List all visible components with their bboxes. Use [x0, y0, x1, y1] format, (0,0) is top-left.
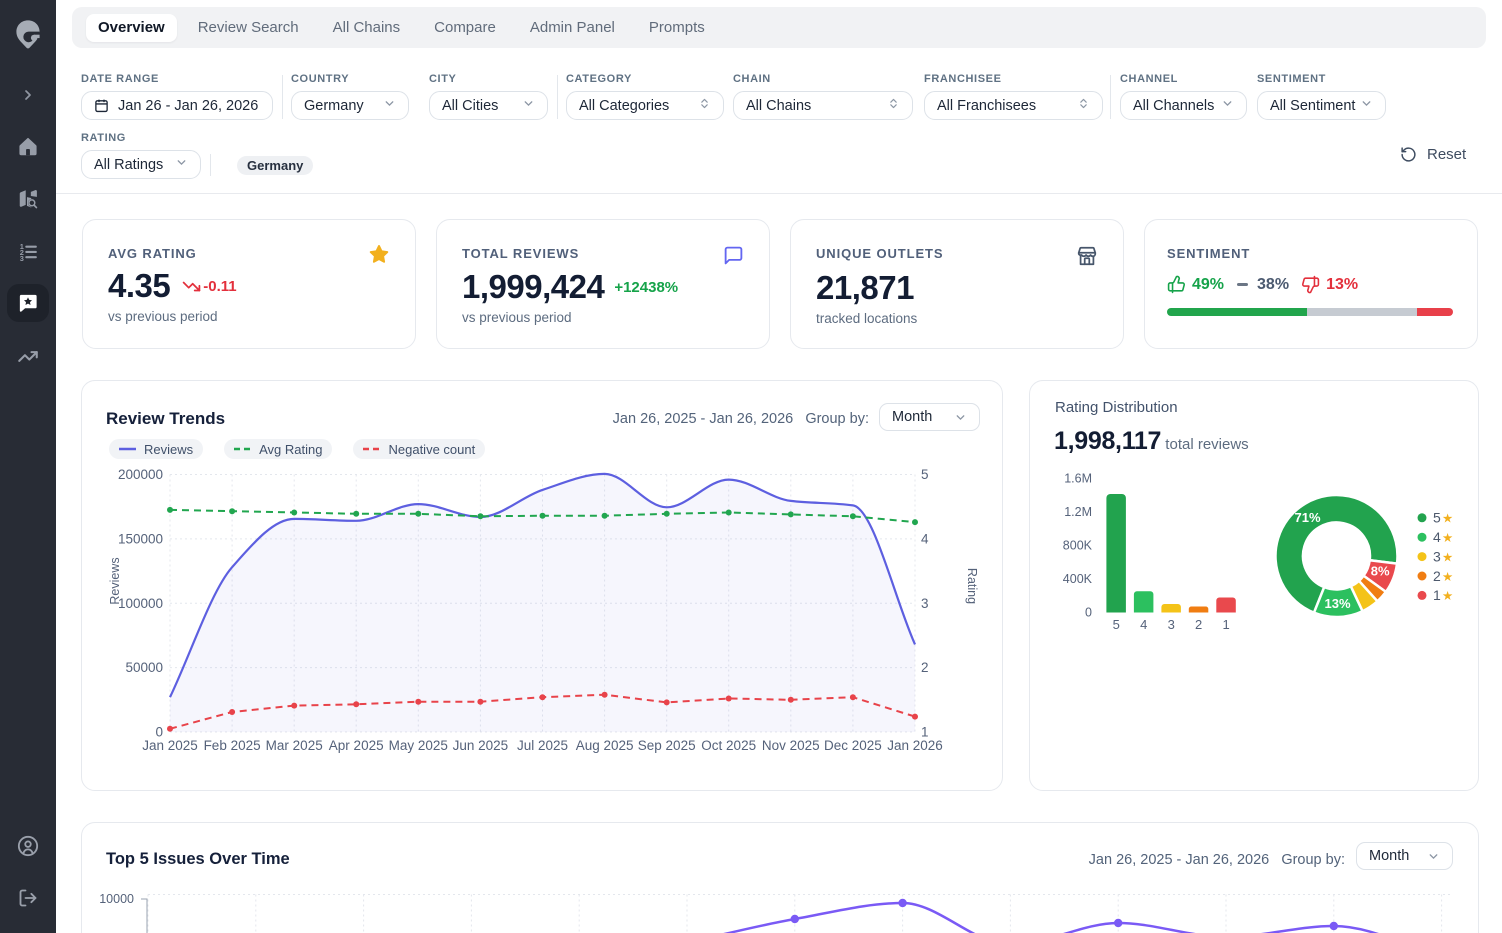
svg-text:Feb 2025: Feb 2025 — [204, 738, 261, 753]
svg-text:3: 3 — [1168, 617, 1175, 632]
svg-text:4: 4 — [1140, 617, 1147, 632]
svg-text:100000: 100000 — [118, 596, 163, 611]
svg-text:400K: 400K — [1063, 572, 1093, 586]
svg-text:Sep 2025: Sep 2025 — [638, 738, 696, 753]
svg-text:★: ★ — [1442, 512, 1453, 526]
svg-text:2: 2 — [1433, 568, 1441, 584]
svg-text:4: 4 — [1433, 529, 1441, 545]
svg-text:1: 1 — [1433, 587, 1441, 603]
svg-text:Reviews: Reviews — [108, 557, 122, 604]
svg-text:Dec 2025: Dec 2025 — [824, 738, 882, 753]
svg-text:4: 4 — [921, 531, 929, 546]
svg-text:Oct 2025: Oct 2025 — [701, 738, 756, 753]
svg-text:8%: 8% — [1371, 564, 1390, 579]
svg-text:Nov 2025: Nov 2025 — [762, 738, 820, 753]
svg-text:Aug 2025: Aug 2025 — [576, 738, 634, 753]
svg-text:★: ★ — [1442, 550, 1453, 564]
svg-text:Jul 2025: Jul 2025 — [517, 738, 568, 753]
svg-text:1.6M: 1.6M — [1064, 472, 1092, 486]
svg-text:3: 3 — [20, 254, 24, 262]
svg-text:Jan 2026: Jan 2026 — [887, 738, 943, 753]
svg-text:2: 2 — [1195, 617, 1202, 632]
svg-text:10000: 10000 — [99, 892, 134, 906]
svg-text:1: 1 — [1222, 617, 1229, 632]
svg-text:May 2025: May 2025 — [389, 738, 448, 753]
svg-text:2: 2 — [921, 660, 929, 675]
svg-text:5: 5 — [1113, 617, 1120, 632]
svg-text:Mar 2025: Mar 2025 — [266, 738, 323, 753]
svg-text:0: 0 — [1085, 606, 1092, 620]
svg-text:★: ★ — [1442, 589, 1453, 603]
svg-text:Rating: Rating — [965, 568, 979, 604]
svg-text:3: 3 — [1433, 548, 1441, 564]
svg-text:★: ★ — [1442, 570, 1453, 584]
svg-text:50000: 50000 — [125, 660, 163, 675]
svg-text:150000: 150000 — [118, 531, 163, 546]
svg-text:5: 5 — [1433, 510, 1441, 526]
svg-text:3: 3 — [921, 596, 929, 611]
svg-text:1.2M: 1.2M — [1064, 505, 1092, 519]
svg-text:Jun 2025: Jun 2025 — [453, 738, 509, 753]
svg-text:200000: 200000 — [118, 467, 163, 482]
svg-text:Jan 2025: Jan 2025 — [142, 738, 198, 753]
svg-text:★: ★ — [1442, 531, 1453, 545]
svg-text:5: 5 — [921, 467, 929, 482]
svg-text:13%: 13% — [1324, 596, 1350, 611]
svg-text:Apr 2025: Apr 2025 — [329, 738, 384, 753]
svg-text:800K: 800K — [1063, 539, 1093, 553]
svg-text:71%: 71% — [1294, 510, 1320, 525]
